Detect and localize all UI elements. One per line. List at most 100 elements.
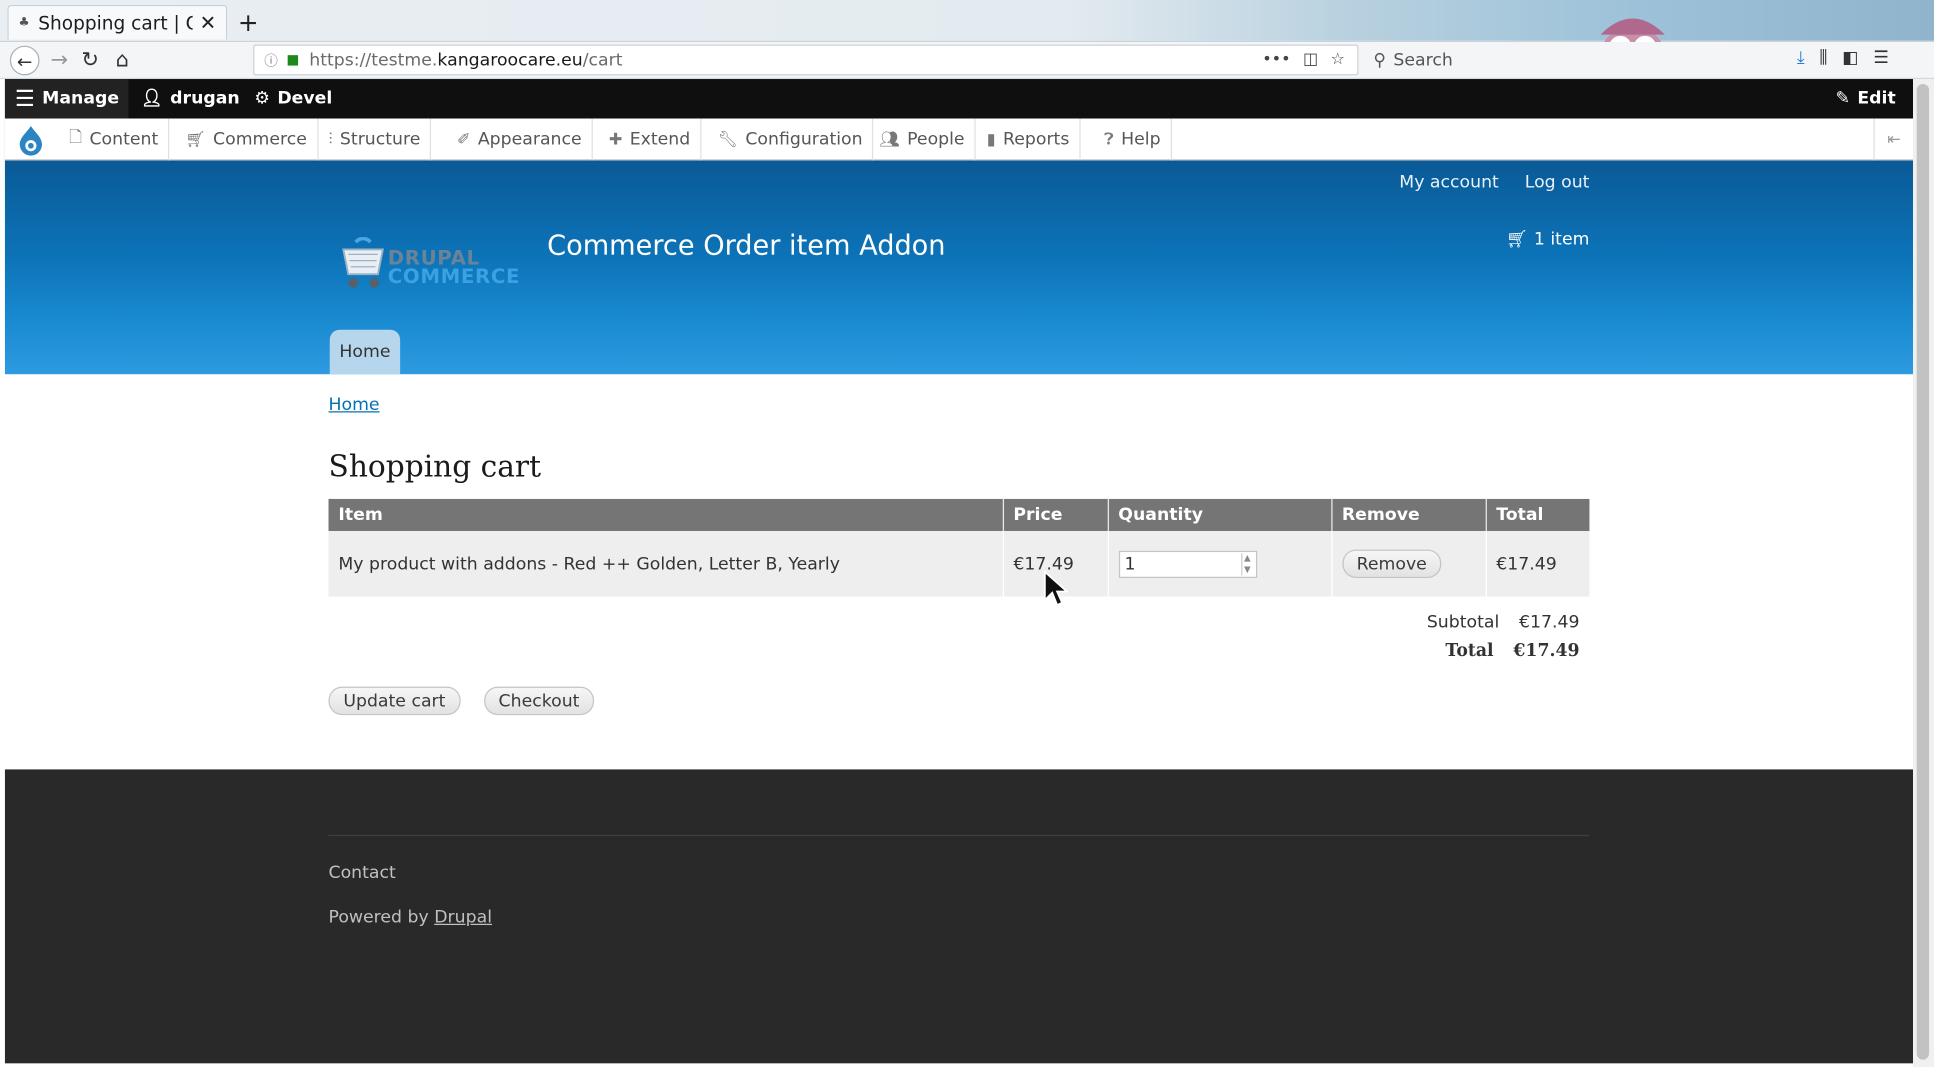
tray-people[interactable]: 👥︎ People: [867, 118, 976, 161]
tray-label: Help: [1121, 129, 1161, 150]
secondary-menu: My account Log out: [1399, 173, 1589, 193]
cell-total: €17.49: [1485, 531, 1590, 597]
tray-label: Structure: [339, 129, 421, 150]
url-path: /cart: [582, 50, 623, 70]
url-actions: ••• ◫ ☆: [1262, 51, 1345, 70]
menu-icon[interactable]: ☰: [1873, 48, 1889, 68]
browser-tab-bar: ♣ Shopping cart | Com ✕ +: [0, 0, 1934, 80]
devel-button[interactable]: ⚙ Devel: [254, 79, 332, 119]
gear-icon: ⚙: [254, 88, 270, 109]
page-title: Shopping cart: [328, 449, 542, 485]
table-row: My product with addons - Red ++ Golden, …: [328, 531, 1590, 597]
breadcrumb[interactable]: Home: [329, 395, 380, 415]
total-row: Total €17.49: [1235, 636, 1580, 664]
tray-structure[interactable]: ⫶ Structure: [316, 118, 432, 161]
update-cart-button[interactable]: Update cart: [328, 686, 461, 716]
checkout-button[interactable]: Checkout: [483, 686, 595, 716]
close-tab-icon[interactable]: ✕: [200, 11, 217, 34]
my-account-link[interactable]: My account: [1399, 173, 1499, 193]
subtotal-value: €17.49: [1519, 611, 1580, 632]
main-menu-home[interactable]: Home: [329, 329, 401, 375]
tray-configuration[interactable]: 🔧︎ Configuration: [705, 118, 874, 161]
total-value: €17.49: [1513, 640, 1580, 661]
search-icon: ⚲: [1373, 50, 1386, 71]
tray-appearance[interactable]: ✐ Appearance: [445, 118, 593, 161]
quantity-value: 1: [1124, 553, 1136, 574]
manage-button[interactable]: ☰ Manage: [4, 79, 129, 119]
browser-tools: ⤓ ⫼ ◧ ☰: [1797, 48, 1889, 68]
site-logo[interactable]: DRUPAL COMMERCE: [338, 237, 521, 291]
drupal-logo-icon[interactable]: [15, 125, 47, 157]
search-input[interactable]: ⚲ Search: [1368, 46, 1578, 76]
tray-label: Commerce: [213, 129, 307, 150]
scrollbar-thumb[interactable]: [1916, 83, 1930, 1060]
cart-table: Item Price Quantity Remove Total My prod…: [328, 498, 1590, 597]
tab-title: Shopping cart | Com: [38, 11, 192, 34]
subtotal-row: Subtotal €17.49: [1235, 608, 1580, 636]
contact-link[interactable]: Contact: [329, 863, 396, 883]
lock-icon: ■: [286, 51, 300, 68]
admin-toolbar: ☰ Manage 👤︎ drugan ⚙ Devel ✎ Edit: [4, 79, 1914, 119]
quantity-stepper[interactable]: ▲ ▼: [1240, 552, 1253, 575]
tray-extend[interactable]: ✚ Extend: [597, 118, 702, 161]
logo-cart-icon: [342, 237, 384, 288]
library-icon[interactable]: ⫼: [1819, 48, 1827, 68]
search-placeholder: Search: [1393, 50, 1453, 71]
logo-text-commerce: COMMERCE: [387, 264, 521, 288]
url-domain: kangaroocare.eu: [437, 50, 583, 70]
pocket-icon[interactable]: ◫: [1303, 51, 1318, 70]
table-header-row: Item Price Quantity Remove Total: [328, 498, 1590, 532]
scrollbar[interactable]: [1913, 79, 1934, 1068]
bar-chart-icon: ▮: [986, 130, 996, 149]
log-out-link[interactable]: Log out: [1525, 173, 1590, 193]
footer-divider: [328, 834, 1590, 837]
home-icon[interactable]: ⌂: [107, 46, 137, 76]
cart-block-link[interactable]: 🛒︎ 1 item: [1506, 230, 1590, 250]
download-icon[interactable]: ⤓: [1797, 48, 1805, 68]
column-header-item: Item: [328, 498, 1004, 532]
order-summary: Subtotal €17.49 Total €17.49: [1235, 608, 1580, 665]
reload-icon[interactable]: ↻: [75, 46, 105, 76]
url-bar[interactable]: ⓘ ■ https://testme. kangaroocare.eu/cart …: [253, 44, 1359, 76]
cart-icon: 🛒︎: [1505, 229, 1528, 250]
total-label: Total: [1445, 640, 1494, 661]
cell-remove: Remove: [1331, 531, 1487, 597]
user-button[interactable]: 👤︎ drugan: [141, 79, 240, 119]
remove-button[interactable]: Remove: [1341, 549, 1442, 578]
admin-tray: 🗋︎ Content 🛒︎ Commerce ⫶ Structure ✐ App…: [4, 118, 1914, 161]
column-header-quantity: Quantity: [1107, 498, 1332, 532]
tray-label: Reports: [1003, 129, 1070, 150]
site-footer: Contact Powered by Drupal: [4, 769, 1914, 1064]
favicon-icon: ♣: [18, 15, 30, 30]
pencil-icon: ✎: [1835, 88, 1850, 109]
powered-by: Powered by Drupal: [329, 908, 492, 928]
more-icon[interactable]: •••: [1262, 51, 1290, 70]
tray-content[interactable]: 🗋︎ Content: [57, 118, 170, 161]
column-header-price: Price: [1002, 498, 1109, 532]
manage-label: Manage: [42, 88, 120, 109]
info-icon[interactable]: ⓘ: [264, 50, 279, 70]
tray-reports[interactable]: ▮ Reports: [974, 118, 1081, 161]
drupal-link[interactable]: Drupal: [434, 908, 492, 928]
tray-commerce[interactable]: 🛒︎ Commerce: [173, 118, 319, 161]
tray-help[interactable]: ❓︎ Help: [1092, 118, 1172, 161]
new-tab-button[interactable]: +: [235, 7, 262, 37]
tray-label: Content: [89, 129, 159, 150]
sidebar-icon[interactable]: ◧: [1842, 48, 1858, 68]
quantity-input[interactable]: 1 ▲ ▼: [1118, 550, 1257, 578]
tray-label: Appearance: [477, 129, 582, 150]
cart-icon: 🛒︎: [185, 130, 206, 149]
collapse-tray-icon[interactable]: ⇤: [1873, 118, 1913, 161]
mouse-pointer-icon: [1043, 570, 1069, 607]
browser-tab[interactable]: ♣ Shopping cart | Com ✕: [7, 4, 228, 40]
back-icon[interactable]: ←: [9, 45, 40, 76]
bookmark-star-icon[interactable]: ☆: [1331, 51, 1345, 70]
site-name[interactable]: Commerce Order item Addon: [547, 231, 945, 262]
subtotal-label: Subtotal: [1426, 611, 1500, 632]
help-icon: ❓︎: [1104, 130, 1114, 149]
people-icon: 👥︎: [879, 130, 900, 149]
cell-item: My product with addons - Red ++ Golden, …: [328, 531, 1004, 597]
browser-nav-bar: ← → ↻ ⌂ ⓘ ■ https://testme. kangaroocare.…: [0, 41, 1934, 80]
forward-icon[interactable]: →: [44, 46, 74, 76]
edit-button[interactable]: ✎ Edit: [1835, 79, 1895, 119]
